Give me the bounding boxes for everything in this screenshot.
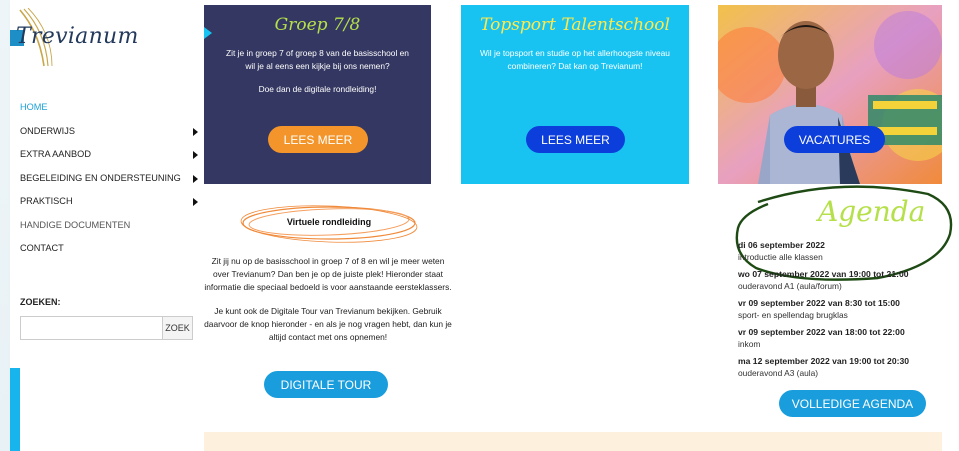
agenda-event[interactable]: ma 12 september 2022 van 19:00 tot 20:30…	[738, 355, 959, 379]
nav-item-handige-documenten[interactable]: HANDIGE DOCUMENTEN	[20, 214, 204, 238]
nav-item-label: EXTRA AANBOD	[20, 149, 91, 159]
event-date: ma 12 september 2022 van 19:00 tot 20:30	[738, 356, 910, 366]
nav-item-praktisch[interactable]: PRAKTISCH	[20, 190, 204, 214]
topsport-card-text: Wil je topsport en studie op het allerho…	[480, 48, 670, 71]
event-description: inkom	[738, 339, 761, 349]
groep-card: Groep 7/8 Zit je in groep 7 of groep 8 v…	[204, 5, 431, 184]
main-content: Groep 7/8 Zit je in groep 7 of groep 8 v…	[204, 0, 959, 451]
student-photo	[718, 5, 942, 184]
logo-text: Trevianum	[16, 24, 139, 49]
volledige-agenda-button[interactable]: VOLLEDIGE AGENDA	[779, 390, 926, 417]
event-description: sport- en spellendag brugklas	[738, 310, 848, 320]
agenda-list: di 06 september 2022 introductie alle kl…	[738, 239, 959, 384]
agenda-event[interactable]: vr 09 september 2022 van 18:00 tot 22:00…	[738, 326, 959, 350]
vacatures-button[interactable]: VACATURES	[784, 126, 885, 153]
submenu-arrow-icon	[193, 174, 198, 183]
tour-text: Zit jij nu op de basisschool in groep 7 …	[204, 255, 452, 355]
nav-item-extra-aanbod[interactable]: EXTRA AANBOD	[20, 143, 204, 167]
groep-card-cta-text: Doe dan de digitale rondleiding!	[258, 84, 377, 94]
submenu-arrow-icon	[193, 198, 198, 206]
topsport-lees-meer-button[interactable]: LEES MEER	[526, 126, 625, 153]
nav-item-label: BEGELEIDING EN ONDERSTEUNING	[20, 172, 181, 183]
nav-item-label: PRAKTISCH	[20, 196, 73, 206]
nav-item-label: CONTACT	[20, 243, 64, 253]
nav-item-label: HOME	[20, 102, 48, 112]
agenda-event[interactable]: vr 09 september 2022 van 8:30 tot 15:00 …	[738, 297, 959, 321]
topsport-card-title: Topsport Talentschool	[480, 15, 670, 35]
groep-card-title: Groep 7/8	[274, 15, 361, 35]
nav-item-begeleiding[interactable]: BEGELEIDING EN ONDERSTEUNING	[20, 167, 204, 191]
digitale-tour-button[interactable]: DIGITALE TOUR	[264, 371, 388, 398]
site-logo[interactable]: Trevianum	[10, 8, 200, 68]
nav-item-home[interactable]: HOME	[20, 96, 204, 120]
event-date: wo 07 september 2022 van 19:00 tot 21:00	[738, 269, 909, 279]
nav-item-label: HANDIGE DOCUMENTEN	[20, 219, 131, 230]
groep-lees-meer-button[interactable]: LEES MEER	[268, 126, 368, 153]
event-date: vr 09 september 2022 van 8:30 tot 15:00	[738, 298, 900, 308]
event-date: di 06 september 2022	[738, 240, 825, 250]
event-description: ouderavond A1 (aula/forum)	[738, 281, 842, 291]
nav-item-onderwijs[interactable]: ONDERWIJS	[20, 120, 204, 144]
sidebar: Trevianum HOME ONDERWIJS EXTRA AANBOD BE…	[10, 0, 204, 451]
agenda-event[interactable]: di 06 september 2022 introductie alle kl…	[738, 239, 959, 263]
search-button[interactable]: ZOEK	[162, 316, 193, 340]
event-date: vr 09 september 2022 van 18:00 tot 22:00	[738, 327, 905, 337]
main-navigation: HOME ONDERWIJS EXTRA AANBOD BEGELEIDING …	[20, 96, 204, 261]
groep-card-text: Zit je in groep 7 of groep 8 van de basi…	[226, 48, 409, 71]
event-description: ouderavond A3 (aula)	[738, 368, 819, 378]
card-pointer-icon	[204, 27, 212, 39]
agenda-event[interactable]: wo 07 september 2022 van 19:00 tot 21:00…	[738, 268, 959, 292]
topsport-card: Topsport Talentschool Wil je topsport en…	[461, 5, 689, 184]
footer-band	[204, 432, 942, 451]
vacatures-card: VACATURES	[718, 5, 942, 184]
tour-title: Virtuele rondleiding	[286, 217, 372, 227]
search-input[interactable]	[20, 316, 163, 340]
search-label: ZOEKEN:	[20, 297, 61, 307]
tour-paragraph: Je kunt ook de Digitale Tour van Trevian…	[204, 306, 452, 342]
submenu-arrow-icon	[193, 151, 198, 159]
submenu-arrow-icon	[193, 127, 198, 136]
nav-item-contact[interactable]: CONTACT	[20, 237, 204, 261]
nav-item-label: ONDERWIJS	[20, 125, 75, 136]
tour-paragraph: Zit jij nu op de basisschool in groep 7 …	[204, 256, 452, 292]
event-description: introductie alle klassen	[738, 252, 823, 262]
sidebar-accent-bar	[10, 368, 20, 451]
